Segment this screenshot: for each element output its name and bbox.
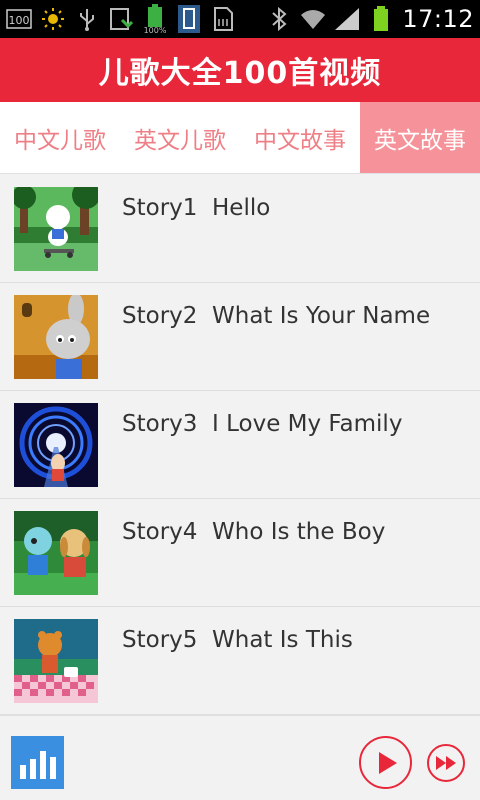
- app-header: 儿歌大全100首视频: [0, 38, 480, 102]
- story-list: Story1 Hello Story2 What Is Your Name St…: [0, 175, 480, 715]
- phone-icon: [176, 5, 202, 33]
- story-title: Story4 Who Is the Boy: [122, 519, 386, 545]
- story-title: Story1 Hello: [122, 195, 271, 221]
- list-item[interactable]: Story1 Hello: [0, 175, 480, 283]
- list-item[interactable]: Story5 What Is This: [0, 607, 480, 715]
- wifi-icon: [300, 6, 326, 32]
- friends-thumbnail: [14, 511, 98, 595]
- picnic-thumbnail: [14, 619, 98, 703]
- player-bar: [0, 715, 480, 800]
- battery-icon: [368, 6, 394, 32]
- status-bar: 100 100% 17:12: [0, 0, 480, 38]
- memory-icon: 100: [6, 6, 32, 32]
- fast-forward-button[interactable]: [427, 744, 465, 782]
- signal-icon: [334, 6, 360, 32]
- equalizer-icon[interactable]: [11, 736, 64, 789]
- tab-chinese-stories[interactable]: 中文故事: [240, 102, 360, 173]
- battery-percent-label: 100%: [144, 26, 167, 34]
- category-tabs: 中文儿歌 英文儿歌 中文故事 英文故事: [0, 102, 480, 174]
- puppy-skateboard-thumbnail: [14, 187, 98, 271]
- sync-icon: [108, 6, 134, 32]
- rabbit-thumbnail: [14, 295, 98, 379]
- svg-text:100: 100: [9, 14, 30, 27]
- battery-charging-icon: 100%: [142, 4, 168, 34]
- play-icon: [378, 751, 397, 774]
- tunnel-thumbnail: [14, 403, 98, 487]
- sdcard-icon: [210, 6, 236, 32]
- story-title: Story3 I Love My Family: [122, 411, 403, 437]
- fast-forward-icon: [436, 756, 456, 770]
- story-title: Story2 What Is Your Name: [122, 303, 431, 329]
- usb-icon: [74, 6, 100, 32]
- list-item[interactable]: Story2 What Is Your Name: [0, 283, 480, 391]
- list-item[interactable]: Story4 Who Is the Boy: [0, 499, 480, 607]
- tab-english-songs[interactable]: 英文儿歌: [120, 102, 240, 173]
- bluetooth-icon: [266, 6, 292, 32]
- clock-time: 17:12: [402, 5, 474, 33]
- tab-english-stories[interactable]: 英文故事: [360, 102, 480, 173]
- tab-chinese-songs[interactable]: 中文儿歌: [0, 102, 120, 173]
- page-title: 儿歌大全100首视频: [98, 56, 382, 91]
- story-title: Story5 What Is This: [122, 627, 353, 653]
- list-item[interactable]: Story3 I Love My Family: [0, 391, 480, 499]
- play-button[interactable]: [359, 736, 412, 789]
- brightness-icon: [40, 6, 66, 32]
